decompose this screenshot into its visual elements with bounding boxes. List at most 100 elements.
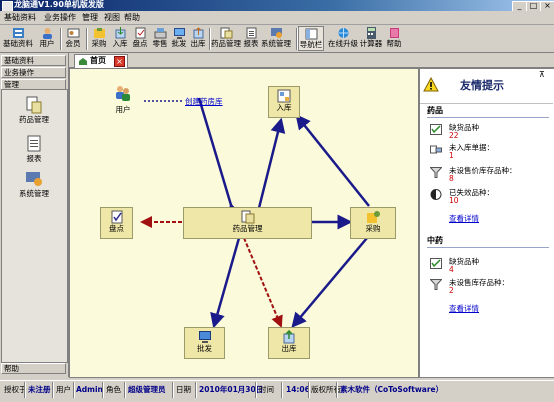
- toolbar-basic-data-button[interactable]: 基础资料: [2, 26, 34, 51]
- toolbar-wholesale-button[interactable]: 批发: [170, 26, 188, 51]
- toolbar-system-management-button[interactable]: 系统管理: [260, 26, 292, 51]
- stock-in-icon: [115, 27, 125, 39]
- view-details-western-link[interactable]: 查看详情: [449, 214, 479, 223]
- workflow-node-inventory[interactable]: 盘点: [100, 207, 133, 239]
- toolbar-online-upgrade-button[interactable]: 在线升级: [328, 26, 358, 51]
- unstocked-doc-icon: [430, 145, 442, 154]
- toolbar-label: 入库: [112, 39, 128, 48]
- toolbar-calculator-button[interactable]: 计算器: [358, 26, 384, 51]
- workflow-node-drug-management[interactable]: 药品管理: [183, 207, 312, 239]
- toolbar-stock-in-button[interactable]: 入库: [110, 26, 130, 51]
- toolbar-user-button[interactable]: 用户: [36, 26, 58, 51]
- node-label: 出库: [281, 344, 297, 353]
- online-upgrade-icon: [338, 28, 348, 38]
- status-separator: [336, 382, 338, 398]
- toolbar-member-button[interactable]: 会员: [62, 26, 84, 51]
- toolbar-label: 计算器: [359, 39, 383, 48]
- status-separator: [172, 382, 174, 398]
- drug-management-icon: [241, 210, 254, 224]
- tip-value: 4: [449, 265, 454, 274]
- status-date-label: 日期: [176, 385, 191, 394]
- section-divider: [427, 247, 549, 248]
- left-panel-body: [1, 89, 68, 363]
- report-icon: [246, 27, 256, 39]
- menu-business[interactable]: 业务操作: [44, 12, 76, 23]
- view-details-chinese-link[interactable]: 查看详情: [449, 304, 479, 313]
- member-icon: [67, 28, 79, 38]
- left-item-system-management[interactable]: 系统管理: [4, 170, 64, 199]
- status-time-value: 14:06: [286, 385, 310, 394]
- drug-management-icon: [26, 96, 42, 114]
- left-item-label: 报表: [26, 154, 42, 163]
- toolbar-label: 药品管理: [211, 39, 241, 48]
- toolbar-inventory-button[interactable]: 盘点: [130, 26, 150, 51]
- shortage-icon: [430, 124, 442, 135]
- menu-management[interactable]: 管理: [82, 12, 98, 23]
- left-section-business[interactable]: 业务操作: [1, 67, 66, 78]
- no-price-icon: [430, 167, 442, 178]
- purchase-icon: [93, 28, 105, 38]
- toolbar-report-button[interactable]: 报表: [242, 26, 260, 51]
- system-management-icon: [26, 172, 42, 186]
- toolbar-label: 报表: [243, 39, 259, 48]
- navbar-icon: [305, 28, 317, 40]
- toolbar-label: 批发: [171, 39, 187, 48]
- expired-icon: [430, 189, 442, 200]
- status-separator: [308, 382, 310, 398]
- workflow-node-stock-in[interactable]: 入库: [268, 86, 300, 118]
- tab-home-label: 首页: [90, 56, 106, 65]
- menu-help[interactable]: 帮助: [124, 12, 140, 23]
- toolbar-help-button[interactable]: 帮助: [384, 26, 404, 51]
- status-time-label: 时间: [259, 385, 274, 394]
- status-date-value: 2010年01月30日: [199, 385, 264, 394]
- create-pharmacy-link[interactable]: 创建药房库: [185, 97, 223, 106]
- tab-close-icon[interactable]: ×: [114, 56, 125, 67]
- toolbar-stock-out-button[interactable]: 出库: [188, 26, 208, 51]
- report-icon: [27, 135, 41, 152]
- retail-icon: [154, 28, 166, 39]
- help-icon: [389, 28, 399, 38]
- toolbar-label: 用户: [39, 39, 55, 48]
- tip-value: 1: [449, 151, 454, 160]
- home-icon: [79, 58, 87, 65]
- stock-out-icon: [193, 27, 203, 39]
- tip-value: 8: [449, 174, 454, 183]
- left-section-help[interactable]: 帮助: [1, 363, 66, 374]
- status-user-label: 用户: [56, 385, 71, 394]
- tab-strip: [69, 53, 554, 68]
- inventory-check-icon: [111, 210, 122, 224]
- shortage-icon: [430, 258, 442, 269]
- status-role-label: 角色: [106, 385, 121, 394]
- menu-view[interactable]: 视图: [104, 12, 120, 23]
- tip-value: 10: [449, 196, 459, 205]
- tip-label: 未设售价库存品种：: [449, 166, 517, 175]
- node-label: 入库: [276, 103, 292, 112]
- toolbar-label: 盘点: [132, 39, 148, 48]
- workflow-node-purchase[interactable]: 采购: [350, 207, 396, 239]
- tip-value: 22: [449, 131, 459, 140]
- toolbar-retail-button[interactable]: 零售: [150, 26, 170, 51]
- workflow-node-stock-out[interactable]: 出库: [268, 327, 310, 359]
- left-item-report[interactable]: 报表: [4, 135, 64, 164]
- toolbar-label: 帮助: [386, 39, 402, 48]
- tips-collapse-icon[interactable]: ⊼: [539, 70, 545, 79]
- menu-basic-data[interactable]: 基础资料: [4, 12, 36, 23]
- no-price-icon: [430, 279, 442, 290]
- node-label: 药品管理: [232, 224, 263, 233]
- toolbar-label: 出库: [190, 39, 206, 48]
- user-icon: [42, 28, 52, 39]
- toolbar-purchase-button[interactable]: 采购: [88, 26, 110, 51]
- left-item-label: 药品管理: [19, 115, 49, 124]
- status-separator: [52, 382, 54, 398]
- left-section-basic-data[interactable]: 基础资料: [1, 55, 66, 66]
- tips-section-western: 药品: [427, 106, 443, 115]
- left-item-label: 系统管理: [19, 189, 49, 198]
- workflow-node-wholesale[interactable]: 批发: [184, 327, 225, 359]
- toolbar-drug-management-button[interactable]: 药品管理: [210, 26, 242, 51]
- toolbar-label: 导航栏: [299, 40, 323, 49]
- toolbar-navbar-button[interactable]: 导航栏: [298, 26, 324, 51]
- tips-section-chinese: 中药: [427, 236, 443, 245]
- tip-value: 2: [449, 286, 454, 295]
- workflow-node-user[interactable]: 用户: [110, 84, 136, 115]
- left-item-drug-management[interactable]: 药品管理: [4, 96, 64, 125]
